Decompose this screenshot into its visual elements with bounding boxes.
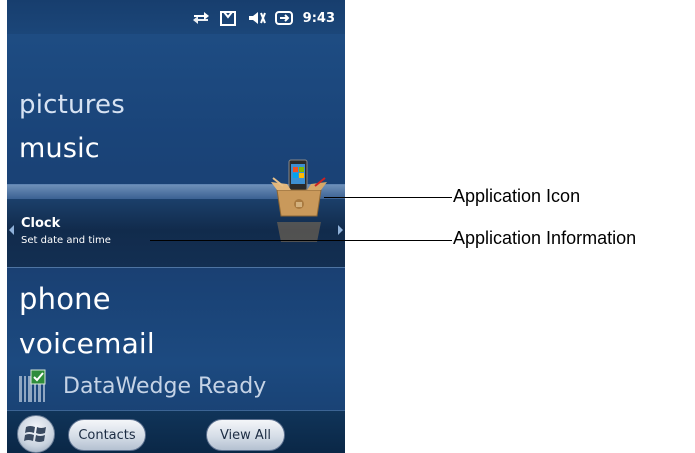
scroll-left-arrow-icon[interactable]: [9, 225, 14, 235]
app-box-icon[interactable]: [269, 158, 329, 218]
volume-muted-icon[interactable]: [247, 9, 267, 27]
callout-line-application-icon: [324, 197, 452, 198]
notification-icon[interactable]: [219, 9, 239, 27]
datawedge-barcode-icon: [19, 369, 46, 402]
clock-time: 9:43: [302, 10, 335, 26]
home-item-phone[interactable]: phone: [19, 282, 111, 316]
datawedge-label: DataWedge Ready: [63, 373, 267, 399]
app-title: Clock: [21, 216, 61, 231]
callout-application-information: Application Information: [453, 228, 637, 248]
datawedge-status[interactable]: DataWedge Ready: [17, 368, 266, 404]
battery-charging-icon[interactable]: [274, 9, 295, 27]
contacts-button[interactable]: Contacts: [68, 419, 146, 451]
home-item-pictures[interactable]: pictures: [19, 90, 125, 120]
home-item-music[interactable]: music: [19, 133, 100, 164]
callout-line-application-information: [150, 240, 452, 241]
scroll-right-arrow-icon[interactable]: [338, 225, 343, 235]
start-button[interactable]: [17, 415, 55, 453]
bottom-bar: Contacts View All: [7, 410, 345, 453]
app-icon-reflection: [277, 222, 321, 242]
data-sync-icon[interactable]: [191, 9, 211, 27]
view-all-button[interactable]: View All: [206, 419, 285, 451]
home-item-voicemail[interactable]: voicemail: [19, 327, 155, 360]
windows-logo-icon: [24, 426, 46, 442]
app-subtitle: Set date and time: [21, 235, 111, 246]
phone-screen: 9:43 pictures music Clock Set date and t…: [7, 0, 345, 453]
status-icons: 9:43: [191, 9, 335, 27]
status-bar: 9:43: [7, 0, 345, 34]
callout-application-icon: Application Icon: [453, 186, 581, 206]
